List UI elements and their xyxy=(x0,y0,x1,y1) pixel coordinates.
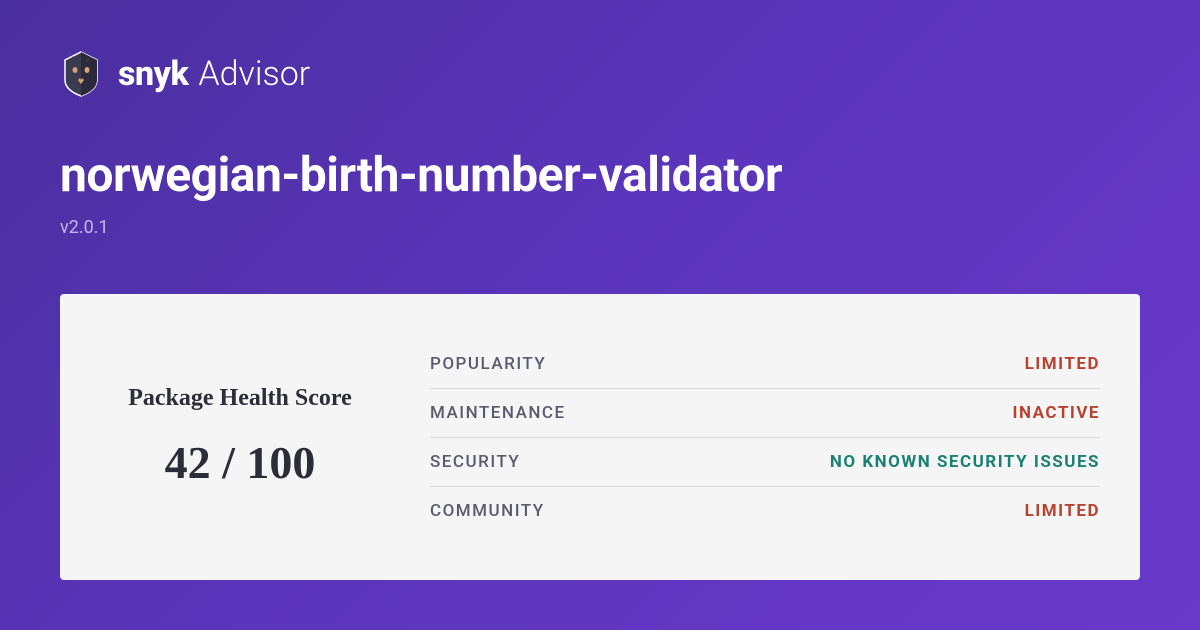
metric-value: LIMITED xyxy=(1025,501,1100,521)
package-name: norwegian-birth-number-validator xyxy=(60,146,1140,203)
metric-value: NO KNOWN SECURITY ISSUES xyxy=(830,452,1100,472)
snyk-logo-icon xyxy=(60,50,102,98)
brand-name-light: Advisor xyxy=(198,54,310,94)
metric-label: SECURITY xyxy=(430,452,520,472)
metric-value: LIMITED xyxy=(1025,354,1100,374)
metric-row-maintenance: MAINTENANCE INACTIVE xyxy=(430,389,1100,438)
brand-name-bold: snyk xyxy=(118,54,188,94)
score-section: Package Health Score 42 / 100 xyxy=(100,324,430,550)
metric-label: MAINTENANCE xyxy=(430,403,566,423)
health-card: Package Health Score 42 / 100 POPULARITY… xyxy=(60,294,1140,580)
metric-row-popularity: POPULARITY LIMITED xyxy=(430,340,1100,389)
metric-label: COMMUNITY xyxy=(430,501,545,521)
score-value: 42 / 100 xyxy=(165,436,316,489)
score-label: Package Health Score xyxy=(128,385,352,412)
metric-row-security: SECURITY NO KNOWN SECURITY ISSUES xyxy=(430,438,1100,487)
metric-value: INACTIVE xyxy=(1013,403,1100,423)
metrics-list: POPULARITY LIMITED MAINTENANCE INACTIVE … xyxy=(430,324,1100,550)
metric-row-community: COMMUNITY LIMITED xyxy=(430,487,1100,535)
package-version: v2.0.1 xyxy=(60,217,1140,238)
header: snyk Advisor xyxy=(60,50,1140,98)
metric-label: POPULARITY xyxy=(430,354,546,374)
brand: snyk Advisor xyxy=(118,54,310,94)
